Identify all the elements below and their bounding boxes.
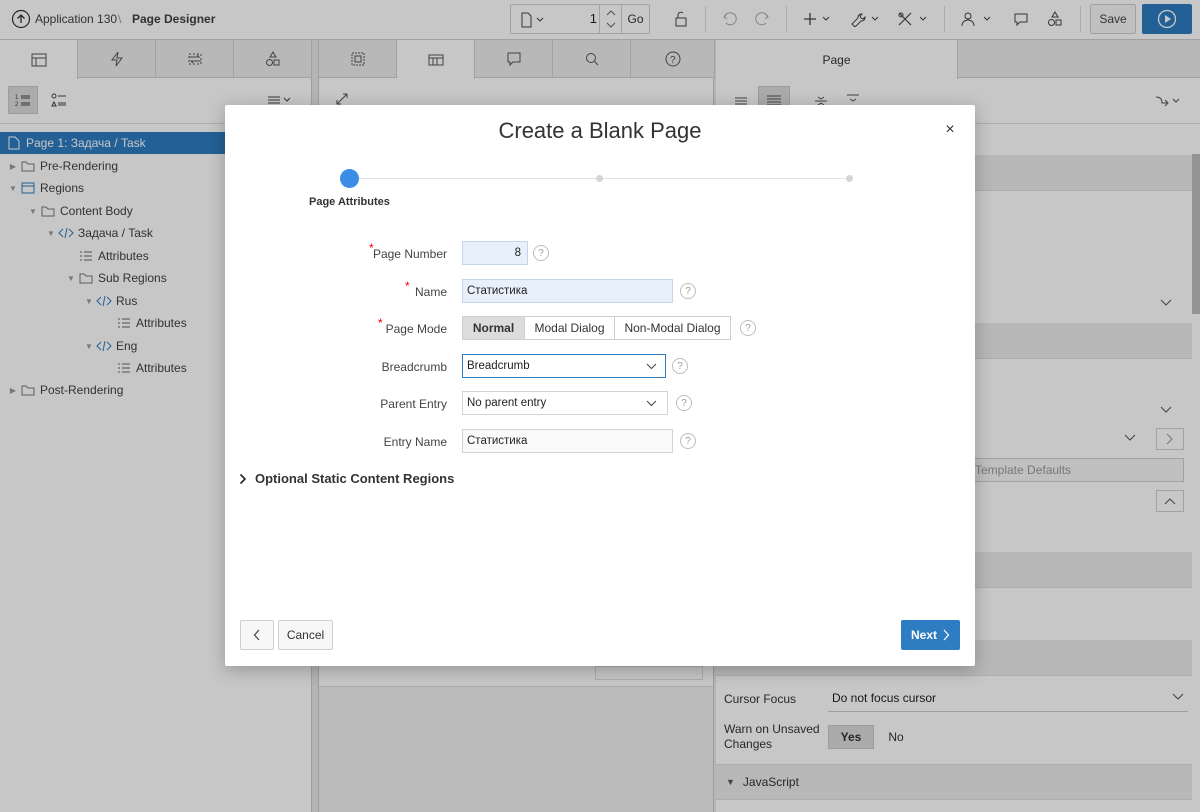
breadcrumb-value: Breadcrumb xyxy=(467,360,530,372)
optional-regions-toggle[interactable]: Optional Static Content Regions xyxy=(237,471,454,486)
page-mode-normal[interactable]: Normal xyxy=(462,316,525,340)
parent-entry-select[interactable]: No parent entry xyxy=(462,391,668,415)
next-button[interactable]: Next xyxy=(901,620,960,650)
cancel-button[interactable]: Cancel xyxy=(278,620,333,650)
chevron-right-icon xyxy=(237,473,249,485)
page-mode-label-text: Page Mode xyxy=(385,322,447,336)
close-icon[interactable]: × xyxy=(943,122,957,138)
step-marker xyxy=(596,175,603,182)
entry-name-input[interactable]: Статистика xyxy=(462,429,673,453)
step-marker xyxy=(846,175,853,182)
required-mark: * xyxy=(405,279,410,293)
help-icon[interactable]: ? xyxy=(533,245,549,261)
help-icon[interactable]: ? xyxy=(676,395,692,411)
chevron-down-icon xyxy=(646,363,657,370)
required-mark: * xyxy=(378,316,383,330)
help-icon[interactable]: ? xyxy=(680,283,696,299)
page-mode-label: * Page Mode xyxy=(225,316,447,336)
create-blank-page-dialog: Create a Blank Page × Page Attributes * … xyxy=(225,105,975,666)
name-input[interactable]: Статистика xyxy=(462,279,673,303)
required-mark: * xyxy=(369,241,374,255)
chevron-down-icon xyxy=(646,400,657,407)
name-label-text: Name xyxy=(414,285,447,299)
page-number-input[interactable]: 8 xyxy=(462,241,528,265)
page-number-label: * Page Number xyxy=(225,241,447,261)
next-label: Next xyxy=(910,628,937,642)
dialog-title: Create a Blank Page xyxy=(498,118,702,143)
chevron-right-icon xyxy=(943,629,950,641)
help-icon[interactable]: ? xyxy=(672,358,688,374)
page-number-label-text: Page Number xyxy=(372,247,447,261)
name-label: * Name xyxy=(225,279,447,299)
help-icon[interactable]: ? xyxy=(680,433,696,449)
breadcrumb-select[interactable]: Breadcrumb xyxy=(462,354,666,378)
optional-regions-label: Optional Static Content Regions xyxy=(255,471,455,486)
page-mode-non-modal-dialog[interactable]: Non-Modal Dialog xyxy=(614,316,731,340)
step-marker-current xyxy=(340,169,359,188)
entry-name-label: Entry Name xyxy=(383,435,447,449)
parent-entry-value: No parent entry xyxy=(467,397,547,409)
page-mode-modal-dialog[interactable]: Modal Dialog xyxy=(524,316,615,340)
step-label: Page Attributes xyxy=(309,196,390,208)
chevron-left-icon xyxy=(253,629,260,641)
previous-button[interactable] xyxy=(240,620,274,650)
help-icon[interactable]: ? xyxy=(740,320,756,336)
parent-entry-label: Parent Entry xyxy=(380,397,447,411)
breadcrumb-label: Breadcrumb xyxy=(381,360,447,374)
